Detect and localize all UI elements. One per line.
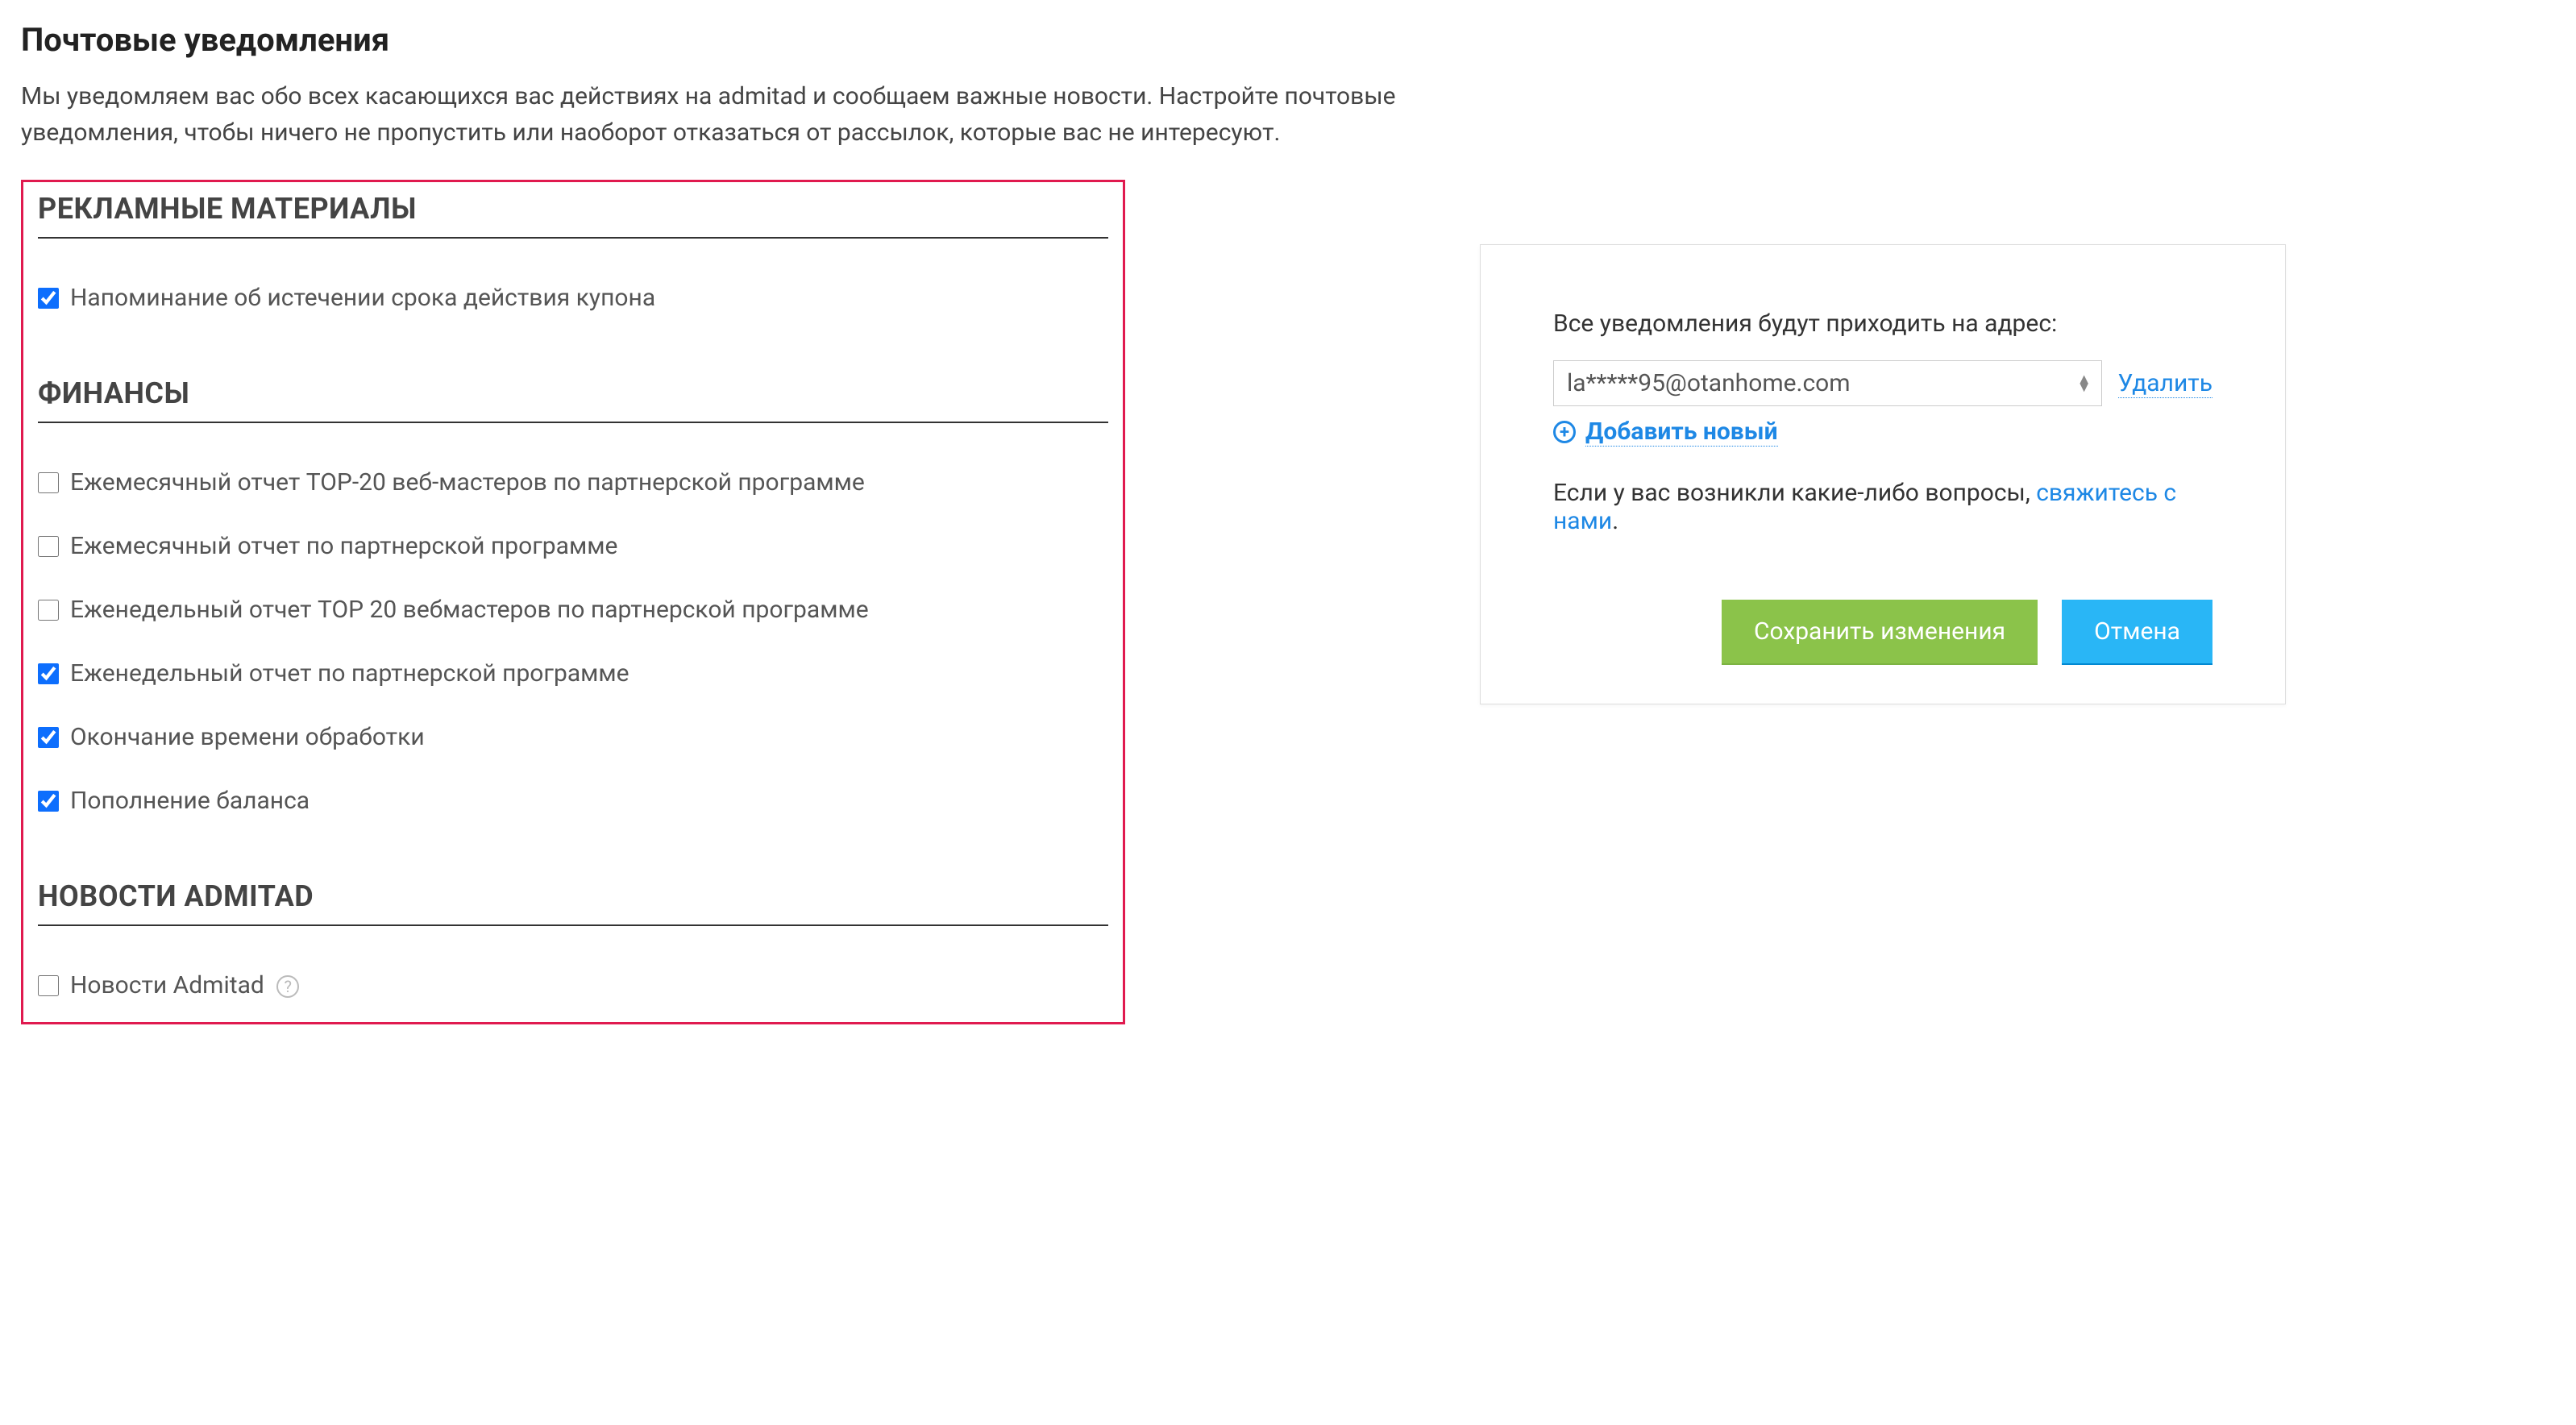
plus-icon: + (1553, 421, 1576, 443)
checkbox-coupon-expiry[interactable] (38, 288, 59, 309)
add-email-row: + Добавить новый (1553, 418, 2212, 447)
label-coupon-expiry[interactable]: Напоминание об истечении срока действия … (70, 284, 655, 312)
email-row: la*****95@otanhome.com ▲▼ Удалить (1553, 360, 2212, 406)
email-sidebar: Все уведомления будут приходить на адрес… (1480, 244, 2286, 704)
notification-settings-panel: РЕКЛАМНЫЕ МАТЕРИАЛЫ Напоминание об истеч… (21, 180, 1125, 1024)
questions-text: Если у вас возникли какие-либо вопросы, … (1553, 479, 2212, 535)
page-title: Почтовые уведомления (21, 21, 2555, 59)
save-button[interactable]: Сохранить изменения (1722, 600, 2038, 663)
checkbox-weekly-top20[interactable] (38, 600, 59, 621)
check-row-weekly-top20: Еженедельный отчет TOP 20 вебмастеров по… (38, 596, 1108, 624)
section-heading-finances: ФИНАНСЫ (38, 376, 1108, 423)
checkbox-balance-topup[interactable] (38, 791, 59, 812)
section-news: НОВОСТИ ADMITAD Новости Admitad ? (38, 879, 1108, 999)
cancel-button[interactable]: Отмена (2062, 600, 2212, 663)
label-monthly-report[interactable]: Ежемесячный отчет по партнерской програм… (70, 532, 617, 560)
select-arrows-icon: ▲▼ (2077, 376, 2092, 392)
label-balance-topup[interactable]: Пополнение баланса (70, 787, 310, 815)
help-icon[interactable]: ? (276, 975, 299, 998)
check-row-balance-topup: Пополнение баланса (38, 787, 1108, 815)
check-row-coupon-expiry: Напоминание об истечении срока действия … (38, 284, 1108, 312)
delete-email-link[interactable]: Удалить (2118, 369, 2212, 398)
section-ad-materials: РЕКЛАМНЫЕ МАТЕРИАЛЫ Напоминание об истеч… (38, 192, 1108, 312)
label-admitad-news[interactable]: Новости Admitad ? (70, 971, 299, 999)
section-heading-ad-materials: РЕКЛАМНЫЕ МАТЕРИАЛЫ (38, 192, 1108, 239)
check-row-weekly-report: Еженедельный отчет по партнерской програ… (38, 659, 1108, 688)
email-card: Все уведомления будут приходить на адрес… (1480, 244, 2286, 704)
label-monthly-top20[interactable]: Ежемесячный отчет TOP-20 веб-мастеров по… (70, 468, 865, 496)
checkbox-processing-end[interactable] (38, 727, 59, 748)
email-value: la*****95@otanhome.com (1567, 369, 1851, 397)
check-row-monthly-top20: Ежемесячный отчет TOP-20 веб-мастеров по… (38, 468, 1108, 496)
label-weekly-top20[interactable]: Еженедельный отчет TOP 20 вебмастеров по… (70, 596, 869, 624)
check-row-processing-end: Окончание времени обработки (38, 723, 1108, 751)
page-description: Мы уведомляем вас обо всех касающихся ва… (21, 78, 1536, 151)
section-heading-news: НОВОСТИ ADMITAD (38, 879, 1108, 926)
checkbox-admitad-news[interactable] (38, 975, 59, 996)
label-weekly-report[interactable]: Еженедельный отчет по партнерской програ… (70, 659, 629, 688)
checkbox-monthly-top20[interactable] (38, 472, 59, 493)
email-intro-text: Все уведомления будут приходить на адрес… (1553, 310, 2212, 338)
checkbox-weekly-report[interactable] (38, 663, 59, 684)
checkbox-monthly-report[interactable] (38, 536, 59, 557)
button-row: Сохранить изменения Отмена (1553, 600, 2212, 663)
add-email-link[interactable]: Добавить новый (1585, 418, 1778, 447)
label-processing-end[interactable]: Окончание времени обработки (70, 723, 425, 751)
section-finances: ФИНАНСЫ Ежемесячный отчет TOP-20 веб-мас… (38, 376, 1108, 815)
check-row-admitad-news: Новости Admitad ? (38, 971, 1108, 999)
check-row-monthly-report: Ежемесячный отчет по партнерской програм… (38, 532, 1108, 560)
email-select[interactable]: la*****95@otanhome.com ▲▼ (1553, 360, 2102, 406)
